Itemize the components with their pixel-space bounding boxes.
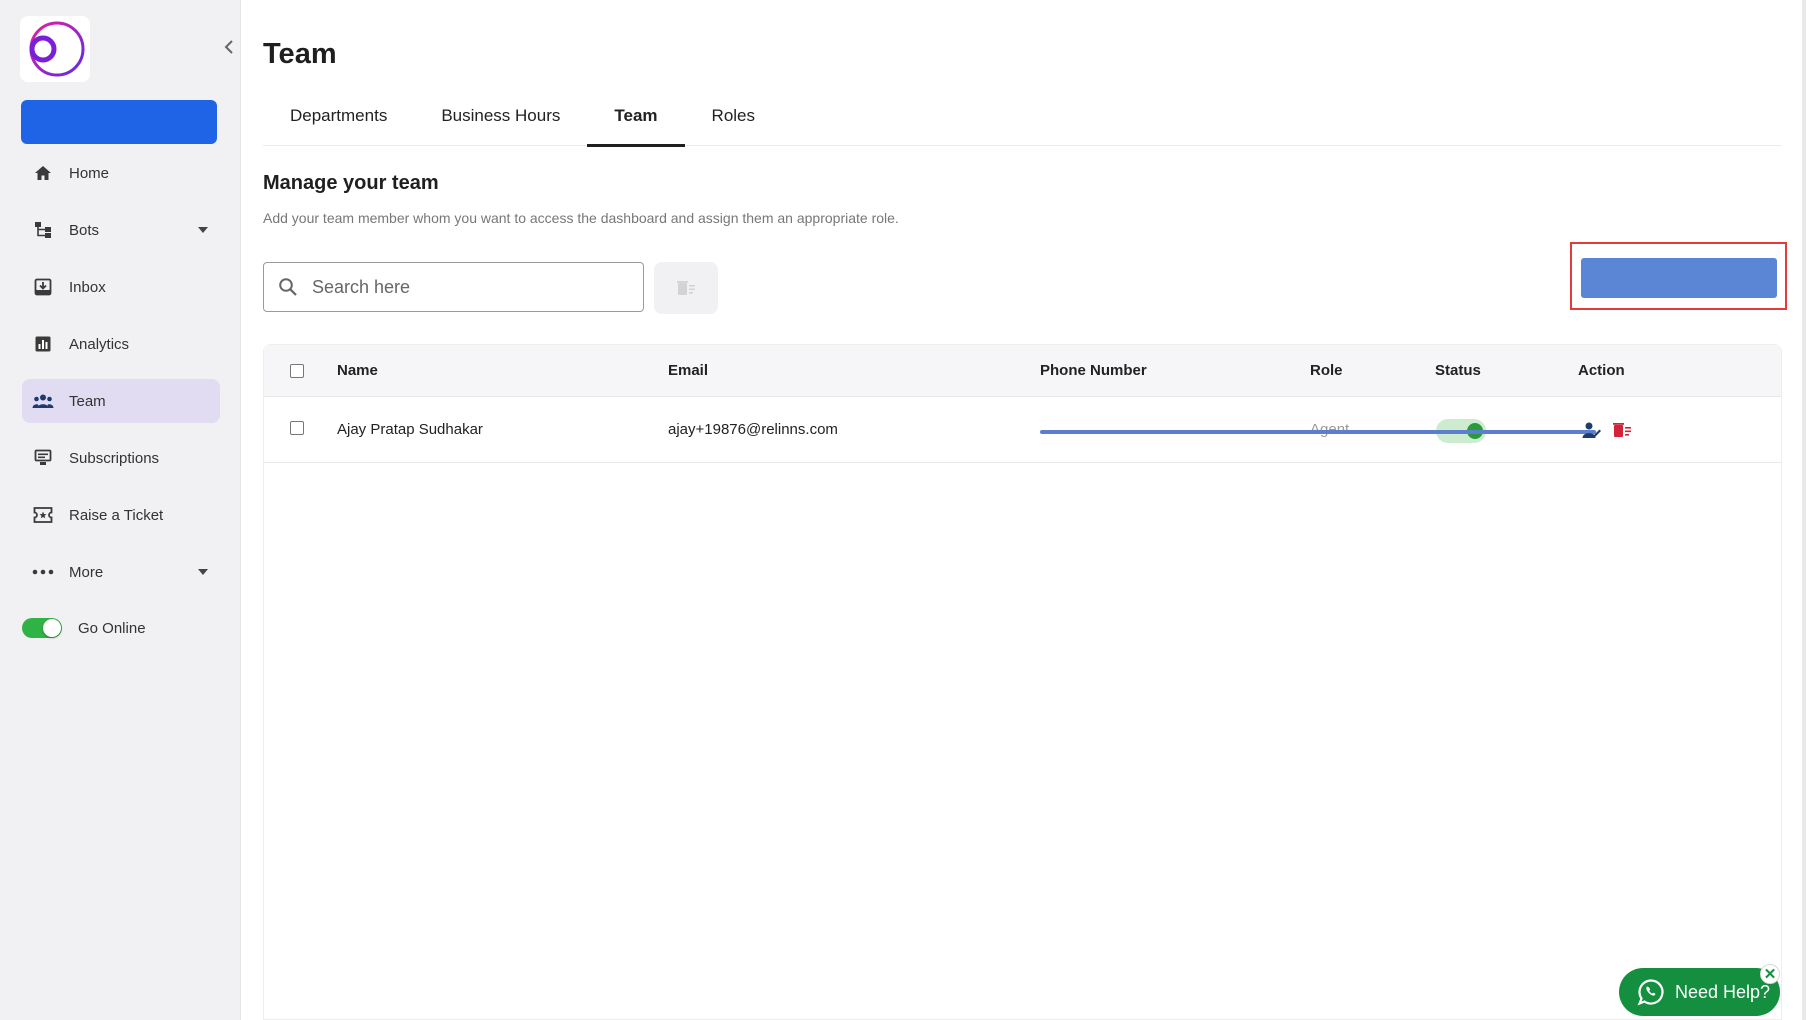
inbox-icon <box>32 276 54 298</box>
sidebar-item-bots[interactable]: Bots <box>22 208 220 252</box>
create-bot-button[interactable] <box>21 100 217 144</box>
delete-list-icon <box>677 281 695 295</box>
sidebar-item-label: More <box>69 563 104 581</box>
caret-down-icon <box>198 569 208 575</box>
member-email: ajay+19876@relinns.com <box>668 421 838 438</box>
tab-roles[interactable]: Roles <box>685 100 782 146</box>
subscriptions-icon <box>32 447 54 469</box>
delete-icon <box>1613 423 1631 437</box>
sidebar-nav: Home Bots Inbox Analytics Team Subscript… <box>22 151 220 607</box>
sidebar-item-label: Team <box>69 392 106 410</box>
tab-departments[interactable]: Departments <box>263 100 414 146</box>
close-icon: ✕ <box>1763 966 1777 983</box>
column-header-phone: Phone Number <box>1040 362 1147 379</box>
sidebar-item-label: Subscriptions <box>69 449 160 467</box>
select-all-checkbox[interactable] <box>290 364 304 378</box>
column-header-email: Email <box>668 362 709 379</box>
go-online-toggle[interactable] <box>22 618 62 638</box>
sidebar-item-label: Raise a Ticket <box>69 506 164 524</box>
ticket-icon <box>32 504 54 526</box>
search-input[interactable] <box>312 276 612 298</box>
app-logo[interactable] <box>20 16 90 82</box>
column-header-name: Name <box>337 362 378 379</box>
sidebar-item-more[interactable]: More <box>22 550 220 594</box>
column-header-action: Action <box>1578 362 1625 379</box>
edit-member-button[interactable] <box>1581 419 1603 441</box>
home-icon <box>32 162 54 184</box>
edit-user-icon <box>1582 422 1601 438</box>
sidebar: Home Bots Inbox Analytics Team Subscript… <box>0 0 241 1020</box>
redaction-line <box>1040 430 1596 434</box>
team-table: Name Email Phone Number Role Status Acti… <box>263 344 1782 1020</box>
go-online-label: Go Online <box>78 619 146 637</box>
caret-down-icon <box>198 227 208 233</box>
section-description: Add your team member whom you want to ac… <box>263 210 899 226</box>
section-title: Manage your team <box>263 172 439 194</box>
more-icon <box>32 561 54 583</box>
settings-tabs: Departments Business Hours Team Roles <box>263 100 1782 147</box>
sidebar-item-team[interactable]: Team <box>22 379 220 423</box>
toggle-knob <box>43 619 61 637</box>
bulk-delete-button[interactable] <box>654 262 718 314</box>
tab-business-hours[interactable]: Business Hours <box>414 100 587 146</box>
sidebar-item-label: Inbox <box>69 278 106 296</box>
delete-member-button[interactable] <box>1611 419 1633 441</box>
row-checkbox[interactable] <box>290 421 304 435</box>
sidebar-item-analytics[interactable]: Analytics <box>22 322 220 366</box>
team-icon <box>32 390 54 412</box>
sidebar-item-inbox[interactable]: Inbox <box>22 265 220 309</box>
go-online-control: Go Online <box>22 618 146 638</box>
add-member-button[interactable] <box>1581 258 1777 298</box>
page-title: Team <box>263 38 337 70</box>
sidebar-item-raise-ticket[interactable]: Raise a Ticket <box>22 493 220 537</box>
table-header: Name Email Phone Number Role Status Acti… <box>264 345 1781 397</box>
chevron-left-icon <box>224 40 233 54</box>
search-icon <box>279 278 297 296</box>
search-box <box>263 262 644 312</box>
close-help-button[interactable]: ✕ <box>1760 964 1780 984</box>
logo-icon <box>29 21 85 77</box>
sidebar-item-home[interactable]: Home <box>22 151 220 195</box>
member-name: Ajay Pratap Sudhakar <box>337 421 483 438</box>
analytics-icon <box>32 333 54 355</box>
sidebar-item-label: Bots <box>69 221 100 239</box>
sidebar-item-label: Home <box>69 164 110 182</box>
table-row: Ajay Pratap Sudhakar ajay+19876@relinns.… <box>264 397 1781 463</box>
need-help-button[interactable]: Need Help? <box>1619 968 1780 1016</box>
tab-team[interactable]: Team <box>587 100 685 147</box>
column-header-status: Status <box>1435 362 1481 379</box>
bots-icon <box>32 219 54 241</box>
column-header-role: Role <box>1310 362 1343 379</box>
need-help-label: Need Help? <box>1675 981 1771 1002</box>
whatsapp-icon <box>1637 979 1664 1006</box>
sidebar-item-label: Analytics <box>69 335 130 353</box>
scrollbar[interactable] <box>1802 0 1806 1020</box>
sidebar-item-subscriptions[interactable]: Subscriptions <box>22 436 220 480</box>
collapse-sidebar-button[interactable] <box>220 36 238 58</box>
